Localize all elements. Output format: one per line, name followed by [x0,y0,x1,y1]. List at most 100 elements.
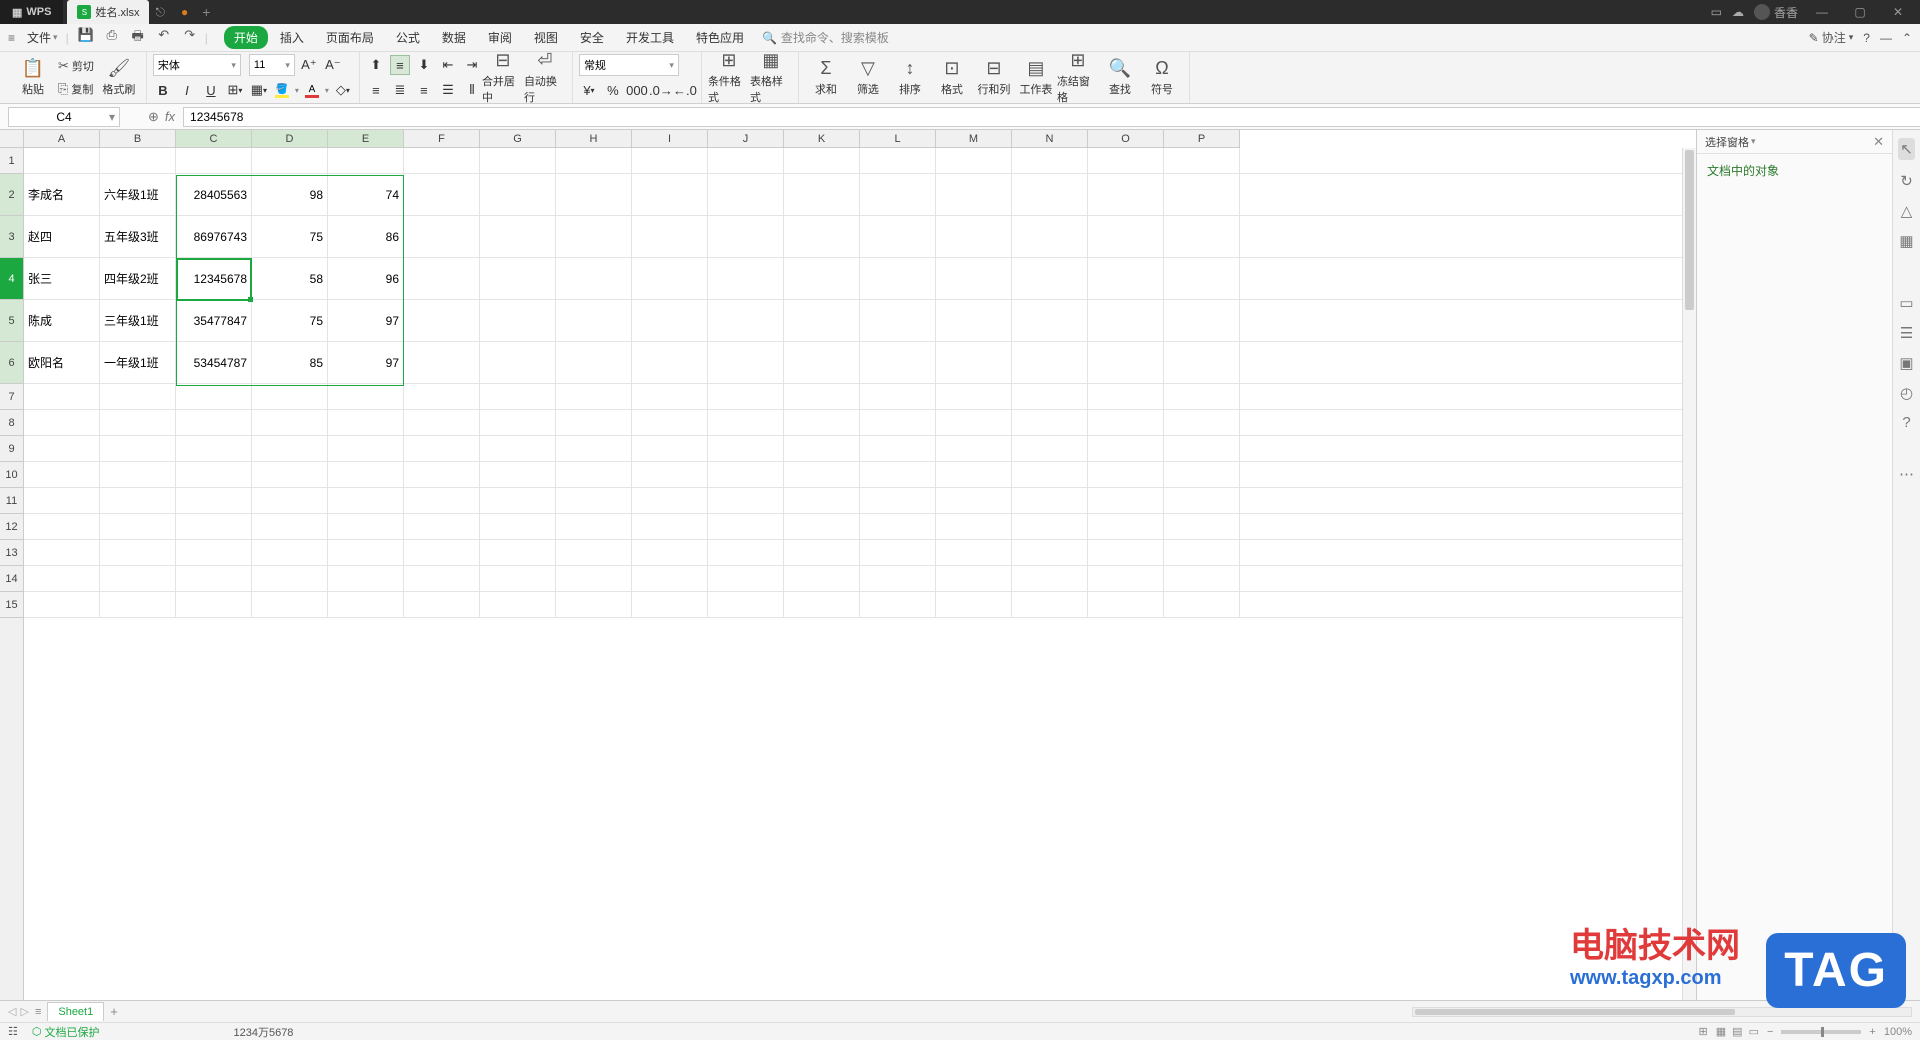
cell[interactable] [556,488,632,513]
cell[interactable] [328,410,404,435]
horizontal-scrollbar[interactable] [1412,1007,1912,1017]
cell[interactable] [1164,148,1240,173]
cell[interactable] [1164,342,1240,383]
cell[interactable] [252,514,328,539]
cell[interactable] [1088,342,1164,383]
ribbon-tab[interactable]: 数据 [432,26,476,49]
collaborate-button[interactable]: ✎ 协注 ▾ [1809,29,1854,46]
rowcol-button[interactable]: ⊟行和列 [973,54,1015,102]
cell[interactable] [24,566,100,591]
cell[interactable] [632,148,708,173]
cell[interactable] [1088,216,1164,257]
cell[interactable]: 一年级1班 [100,342,176,383]
ribbon-tab[interactable]: 安全 [570,26,614,49]
cell[interactable]: 28405563 [176,174,252,215]
cell[interactable] [556,384,632,409]
row-header[interactable]: 8 [0,410,23,436]
number-format-combo[interactable]: 常规▾ [579,54,679,76]
symbol-button[interactable]: Ω符号 [1141,54,1183,102]
cell[interactable] [176,410,252,435]
cell[interactable] [328,514,404,539]
cell[interactable] [176,462,252,487]
cell[interactable] [556,342,632,383]
align-center-button[interactable]: ≣ [390,80,410,100]
decrease-font-icon[interactable]: A⁻ [323,55,343,75]
filter-button[interactable]: ▽筛选 [847,54,889,102]
cell[interactable] [252,148,328,173]
column-header[interactable]: D [252,130,328,147]
cell[interactable] [404,216,480,257]
cell[interactable] [784,462,860,487]
cell[interactable] [860,174,936,215]
cell[interactable] [1164,258,1240,299]
cell[interactable] [100,410,176,435]
cell[interactable] [936,342,1012,383]
align-middle-button[interactable]: ≡ [390,55,410,75]
cell[interactable] [784,540,860,565]
cell[interactable] [328,592,404,617]
row-header[interactable]: 12 [0,514,23,540]
cell[interactable] [860,410,936,435]
cell[interactable] [1012,174,1088,215]
cell[interactable]: 85 [252,342,328,383]
cell[interactable] [556,436,632,461]
ribbon-tab[interactable]: 页面布局 [316,26,384,49]
cell[interactable] [100,436,176,461]
cell[interactable]: 陈成 [24,300,100,341]
h-scroll-thumb[interactable] [1415,1009,1735,1015]
cell[interactable] [860,436,936,461]
cell[interactable] [480,300,556,341]
cell[interactable] [480,462,556,487]
cell[interactable] [1088,540,1164,565]
cell[interactable] [100,514,176,539]
cell[interactable] [1012,540,1088,565]
column-header[interactable]: E [328,130,404,147]
cell[interactable] [708,540,784,565]
copy-button[interactable]: ⎘复制 [54,79,98,99]
cell[interactable] [328,436,404,461]
maximize-button[interactable]: ▢ [1846,5,1874,19]
wrap-text-button[interactable]: ⏎自动换行 [524,54,566,102]
cell[interactable] [708,410,784,435]
cell[interactable] [1012,488,1088,513]
cell[interactable] [1012,592,1088,617]
cell[interactable] [1012,462,1088,487]
cell-style-button[interactable]: ▦▾ [249,80,269,100]
cell[interactable] [1088,592,1164,617]
cell[interactable] [708,592,784,617]
cell[interactable] [252,592,328,617]
paste-button[interactable]: 📋粘贴 [12,54,54,102]
cell[interactable] [708,174,784,215]
cell[interactable] [24,540,100,565]
cell[interactable] [860,540,936,565]
cell[interactable] [404,148,480,173]
cell[interactable] [936,410,1012,435]
cell[interactable] [480,342,556,383]
cell[interactable] [328,540,404,565]
conditional-format-button[interactable]: ⊞条件格式 [708,54,750,102]
zoom-slider[interactable] [1781,1030,1861,1034]
cell[interactable] [1088,300,1164,341]
cell[interactable] [1088,148,1164,173]
select-tool-icon[interactable]: ↖ [1898,138,1915,160]
worksheet-button[interactable]: ▤工作表 [1015,54,1057,102]
cell[interactable] [252,540,328,565]
cell[interactable] [404,300,480,341]
cell[interactable] [632,300,708,341]
cell[interactable]: 张三 [24,258,100,299]
cell[interactable] [556,540,632,565]
cell[interactable] [556,566,632,591]
increase-font-icon[interactable]: A⁺ [299,55,319,75]
cloud-icon[interactable]: ☁ [1732,5,1744,19]
cell[interactable] [936,436,1012,461]
cell[interactable] [556,592,632,617]
cell[interactable] [556,462,632,487]
menu-icon[interactable]: ≡ [8,31,15,45]
cell[interactable] [480,436,556,461]
cell[interactable] [24,148,100,173]
row-header[interactable]: 1 [0,148,23,174]
cell[interactable]: 六年级1班 [100,174,176,215]
sheet-tab-active[interactable]: Sheet1 [47,1002,104,1021]
cell[interactable] [404,514,480,539]
cell[interactable] [252,488,328,513]
